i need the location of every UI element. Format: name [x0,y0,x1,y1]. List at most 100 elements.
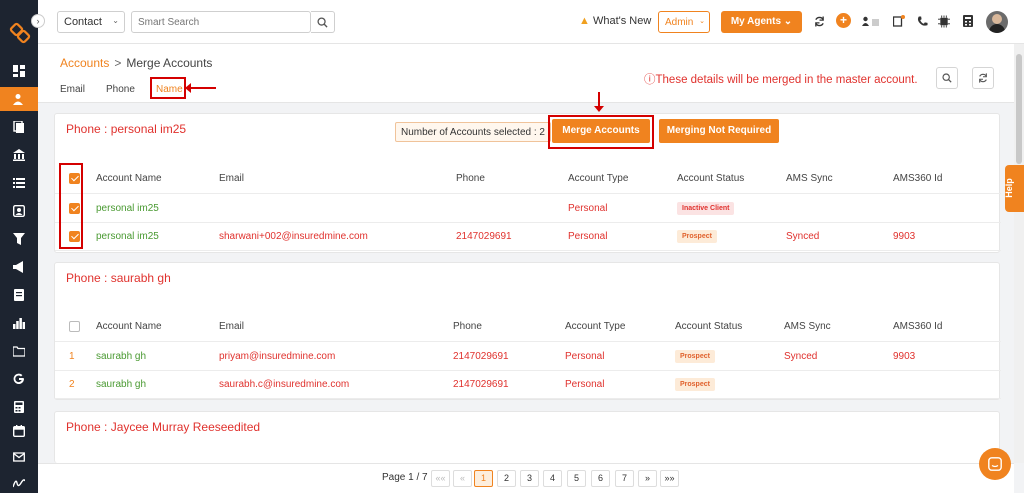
page-button-3[interactable]: 3 [520,470,539,487]
phone-icon[interactable] [916,15,928,27]
chat-icon [988,457,1002,471]
my-agents-label: My Agents [730,16,782,27]
col-ams360-id: AMS360 Id [893,173,943,184]
whats-new-link[interactable]: ▲ What's New [579,15,651,27]
list-icon [13,178,25,188]
table-row[interactable]: personal im25 sharwani+002@insuredmine.c… [55,223,1001,251]
sidebar-carriers[interactable] [0,143,38,167]
sidebar-analytics[interactable] [0,311,38,335]
calendar-icon [13,425,25,437]
refresh-icon [979,73,987,83]
account-name[interactable]: personal im25 [96,195,159,222]
col-account-type: Account Type [565,321,626,332]
col-account-name: Account Name [96,173,162,184]
page-button-2[interactable]: 2 [497,470,516,487]
my-agents-button[interactable]: My Agents ⌄ [721,11,802,33]
chevron-down-icon: ⌄ [699,18,705,25]
sidebar-google[interactable] [0,367,38,391]
page-button-4[interactable]: 4 [543,470,562,487]
col-ams360-id: AMS360 Id [893,321,943,332]
row-index: 2 [69,379,75,390]
next-page-button[interactable]: » [638,470,657,487]
breadcrumb-accounts-link[interactable]: Accounts [60,56,109,70]
table-header: Account Name Email Phone Account Type Ac… [55,312,1001,342]
sidebar-calendar[interactable] [0,419,38,443]
help-tab[interactable]: Help [1003,165,1024,212]
page-scrollbar[interactable] [1014,44,1024,463]
page-button-7[interactable]: 7 [615,470,634,487]
account-status: Prospect [677,223,717,250]
group-title: Phone : Jaycee Murray Reeseedited [66,420,261,434]
scroll-thumb[interactable] [1016,54,1022,164]
help-label: Help [1003,178,1014,198]
select-all-checkbox[interactable] [69,312,80,341]
prev-page-button[interactable]: « [453,470,472,487]
table-row[interactable]: personal im25 Personal Inactive Client [55,195,1001,223]
status-badge: Inactive Client [677,202,735,215]
dashboard-icon [13,65,25,77]
ams-sync: Synced [784,351,818,362]
table-row[interactable]: 2 saurabh gh saurabh.c@insuredmine.com 2… [55,371,1001,399]
col-phone: Phone [453,321,482,332]
page-title: Merge Accounts [126,56,213,70]
sidebar-contacts[interactable] [0,199,38,223]
account-name[interactable]: saurabh gh [96,371,146,398]
chat-launcher-button[interactable] [979,448,1011,480]
sidebar-toggle-icon[interactable]: › [31,14,45,28]
smart-search-input[interactable] [131,11,311,33]
sidebar-mail[interactable] [0,445,38,469]
account-type: Personal [568,203,608,214]
search-button[interactable] [311,11,335,33]
admin-select[interactable]: Admin ⌄ [658,11,710,33]
tasks-icon[interactable] [893,15,905,27]
tab-phone[interactable]: Phone [106,84,135,95]
ai-chip-icon[interactable] [938,15,950,27]
sidebar-accounts[interactable] [0,87,38,111]
bar-chart-icon [13,318,25,329]
sidebar-lists[interactable] [0,171,38,195]
page-button-1[interactable]: 1 [474,470,493,487]
merge-group-card: Phone : personal im25 Number of Accounts… [54,113,1001,253]
user-presence-icon[interactable] [861,15,881,27]
header-search-button[interactable] [936,67,958,89]
user-avatar[interactable] [986,11,1008,33]
tab-email[interactable]: Email [60,84,85,95]
sync-icon[interactable] [813,15,825,27]
page-button-5[interactable]: 5 [567,470,586,487]
calculator-icon [14,401,24,413]
info-icon: ⓘ [644,74,656,86]
users-icon [13,94,23,105]
search-icon [317,16,328,28]
breadcrumb: Accounts > Merge Accounts [60,56,212,70]
sidebar-campaigns[interactable] [0,255,38,279]
account-email: saurabh.c@insuredmine.com [219,379,350,390]
first-page-button[interactable]: «« [431,470,450,487]
table-row[interactable]: 1 saurabh gh priyam@insuredmine.com 2147… [55,343,1001,371]
sidebar-folders[interactable] [0,339,38,363]
table-header: Account Name Email Phone Account Type Ac… [55,164,1001,194]
col-account-status: Account Status [677,173,745,184]
page-button-6[interactable]: 6 [591,470,610,487]
sidebar-calculator[interactable] [0,395,38,419]
ams360-id: 9903 [893,351,916,362]
contact-select-label: Contact [64,16,102,28]
admin-select-label: Admin [665,17,694,28]
whats-new-label: What's New [592,15,652,27]
account-name[interactable]: personal im25 [96,223,159,250]
documents-icon [13,121,24,133]
sidebar-documents[interactable] [0,115,38,139]
sidebar-pipeline[interactable] [0,227,38,251]
account-type: Personal [565,379,605,390]
merging-not-required-button[interactable]: Merging Not Required [659,119,779,143]
account-name[interactable]: saurabh gh [96,343,146,370]
add-new-button[interactable]: + [836,13,851,28]
row-index: 1 [69,351,75,362]
calculator-top-icon[interactable] [962,15,974,27]
last-page-button[interactable]: »» [660,470,679,487]
account-phone: 2147029691 [453,379,509,390]
header-refresh-button[interactable] [972,67,994,89]
contact-type-select[interactable]: Contact ⌄ [57,11,125,33]
sidebar-reports[interactable] [0,283,38,307]
sidebar-signature[interactable] [0,471,38,493]
sidebar-dashboard[interactable] [0,59,38,83]
